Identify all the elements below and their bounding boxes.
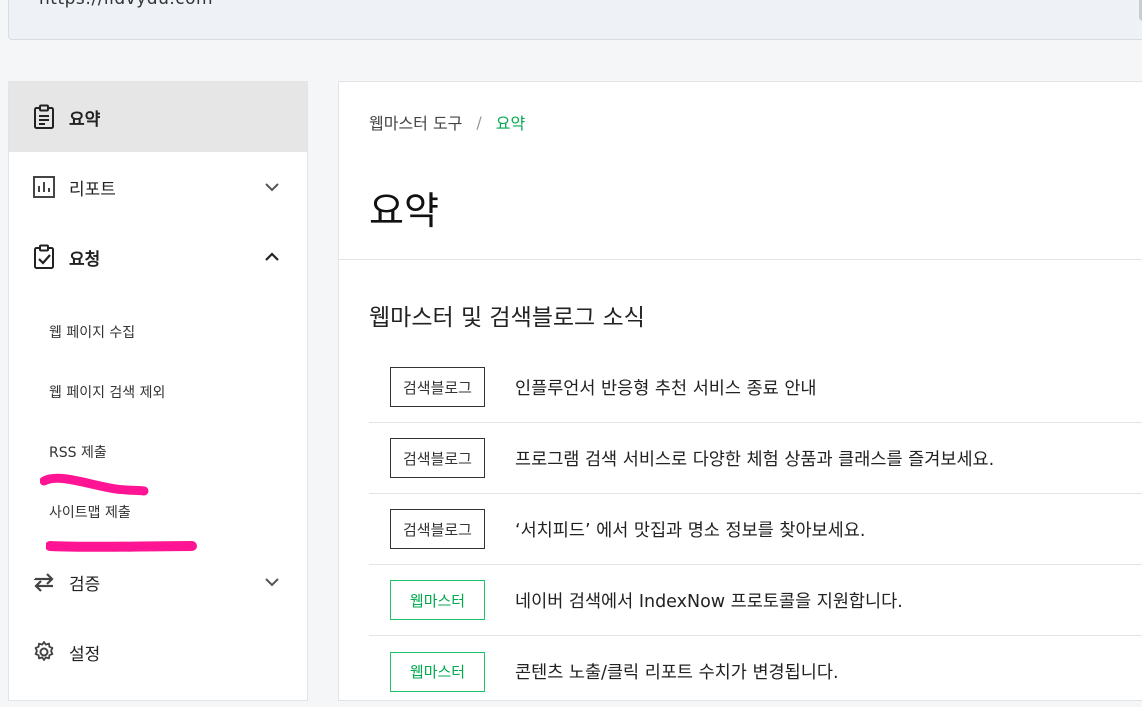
news-title[interactable]: 콘텐츠 노출/클릭 리포트 수치가 변경됩니다.: [515, 659, 839, 684]
subitem-rss-submit[interactable]: RSS 제출: [9, 422, 307, 482]
url-text: https://ildvydu.com: [39, 0, 213, 9]
news-title[interactable]: 프로그램 검색 서비스로 다양한 체험 상품과 클래스를 즐겨보세요.: [515, 446, 994, 471]
clipboard-icon: [31, 104, 57, 130]
news-badge: 웹마스터: [390, 580, 485, 620]
breadcrumb-separator: /: [476, 112, 482, 132]
news-title[interactable]: ‘서치피드’ 에서 맛집과 명소 정보를 찾아보세요.: [515, 517, 865, 542]
news-list: 검색블로그 인플루언서 반응형 추천 서비스 종료 안내 검색블로그 프로그램 …: [369, 352, 1142, 707]
breadcrumb: 웹마스터 도구 / 요약: [369, 110, 525, 134]
chevron-up-icon: [265, 252, 279, 261]
sidebar-item-verify[interactable]: 검증: [9, 547, 307, 617]
news-item[interactable]: 웹마스터 콘텐츠 노출/클릭 리포트 수치가 변경됩니다.: [369, 636, 1142, 707]
sidebar-item-label: 리포트: [69, 179, 116, 200]
main-content: 웹마스터 도구 / 요약 요약 웹마스터 및 검색블로그 소식 검색블로그 인플…: [338, 81, 1142, 701]
news-item[interactable]: 웹마스터 네이버 검색에서 IndexNow 프로토콜을 지원합니다.: [369, 565, 1142, 636]
news-title[interactable]: 네이버 검색에서 IndexNow 프로토콜을 지원합니다.: [515, 588, 903, 613]
sidebar-item-summary[interactable]: 요약: [9, 82, 307, 152]
title-divider: [339, 259, 1142, 260]
news-badge: 검색블로그: [390, 509, 485, 549]
news-badge: 웹마스터: [390, 651, 485, 692]
news-item[interactable]: 검색블로그 ‘서치피드’ 에서 맛집과 명소 정보를 찾아보세요.: [369, 494, 1142, 565]
news-title[interactable]: 인플루언서 반응형 추천 서비스 종료 안내: [515, 375, 817, 400]
bar-chart-icon: [31, 174, 57, 200]
page-title: 요약: [369, 189, 439, 233]
news-badge: 검색블로그: [390, 438, 485, 478]
subitem-web-page-exclude[interactable]: 웹 페이지 검색 제외: [9, 362, 307, 422]
breadcrumb-current: 요약: [495, 114, 526, 133]
sidebar-item-label: 설정: [69, 644, 101, 665]
repeat-arrows-icon: [31, 569, 57, 595]
section-title: 웹마스터 및 검색블로그 소식: [369, 305, 645, 331]
news-item[interactable]: 검색블로그 인플루언서 반응형 추천 서비스 종료 안내: [369, 352, 1142, 423]
sidebar-item-label: 검증: [69, 574, 101, 595]
sidebar-item-settings[interactable]: 설정: [9, 617, 307, 687]
address-bar[interactable]: https://ildvydu.com: [8, 0, 1142, 40]
breadcrumb-root[interactable]: 웹마스터 도구: [369, 110, 462, 134]
clipboard-check-icon: [31, 244, 57, 270]
news-item[interactable]: 검색블로그 프로그램 검색 서비스로 다양한 체험 상품과 클래스를 즐겨보세요…: [369, 423, 1142, 494]
gear-icon: [31, 639, 57, 665]
sidebar-item-label: 요약: [69, 109, 101, 130]
sidebar-item-request[interactable]: 요청: [9, 222, 307, 292]
sidebar-item-report[interactable]: 리포트: [9, 152, 307, 222]
sidebar-item-label: 요청: [69, 249, 101, 270]
subitem-web-page-collect[interactable]: 웹 페이지 수집: [9, 302, 307, 362]
subitem-sitemap-submit[interactable]: 사이트맵 제출: [9, 482, 307, 542]
request-submenu: 웹 페이지 수집 웹 페이지 검색 제외 RSS 제출 사이트맵 제출: [9, 292, 307, 542]
chevron-down-icon: [265, 578, 279, 587]
news-badge: 검색블로그: [390, 367, 485, 407]
sidebar: 요약 리포트 요청 웹 페이지 수집 웹 페이지 검색 제외 RSS 제출 사이…: [8, 81, 308, 701]
chevron-down-icon: [265, 183, 279, 192]
